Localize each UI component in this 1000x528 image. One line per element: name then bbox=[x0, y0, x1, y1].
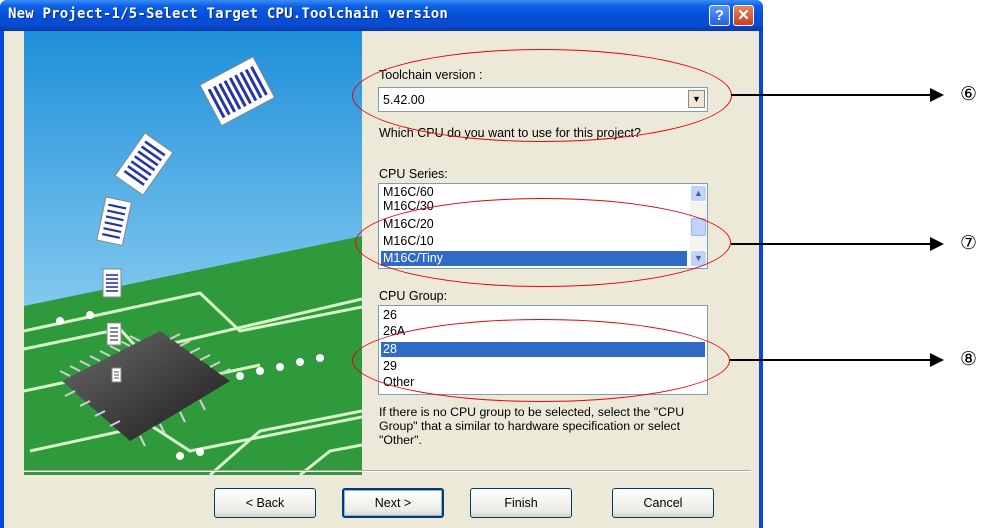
annotation-number-8: ⑧ bbox=[960, 348, 978, 370]
arrow-head-icon bbox=[930, 353, 944, 367]
annotation-ellipse-6 bbox=[352, 49, 732, 142]
arrow-head-icon bbox=[930, 237, 944, 251]
annotation-arrow-8 bbox=[730, 359, 931, 361]
title-bar[interactable]: New Project-1/5-Select Target CPU.Toolch… bbox=[0, 0, 763, 31]
close-button[interactable]: ✕ bbox=[733, 5, 754, 26]
annotation-number-7: ⑦ bbox=[960, 232, 978, 254]
annotation-ellipse-7 bbox=[355, 198, 731, 287]
wizard-illustration bbox=[23, 31, 362, 475]
arrow-head-icon bbox=[930, 88, 944, 102]
help-button[interactable]: ? bbox=[709, 5, 730, 26]
cpu-group-hint: If there is no CPU group to be selected,… bbox=[379, 405, 685, 447]
window-title: New Project-1/5-Select Target CPU.Toolch… bbox=[8, 6, 449, 22]
cpu-group-label: CPU Group: bbox=[379, 289, 448, 303]
cpu-series-label: CPU Series: bbox=[379, 167, 448, 181]
back-button[interactable]: < Back bbox=[214, 488, 316, 518]
next-button[interactable]: Next > bbox=[342, 488, 444, 518]
cancel-button[interactable]: Cancel bbox=[612, 488, 714, 518]
annotation-number-6: ⑥ bbox=[960, 83, 978, 105]
button-separator bbox=[24, 470, 751, 472]
scroll-up-icon[interactable]: ▲ bbox=[690, 185, 707, 202]
annotation-arrow-7 bbox=[731, 243, 931, 245]
finish-button[interactable]: Finish bbox=[470, 488, 572, 518]
annotation-arrow-6 bbox=[731, 94, 931, 96]
annotation-ellipse-8 bbox=[352, 319, 730, 402]
